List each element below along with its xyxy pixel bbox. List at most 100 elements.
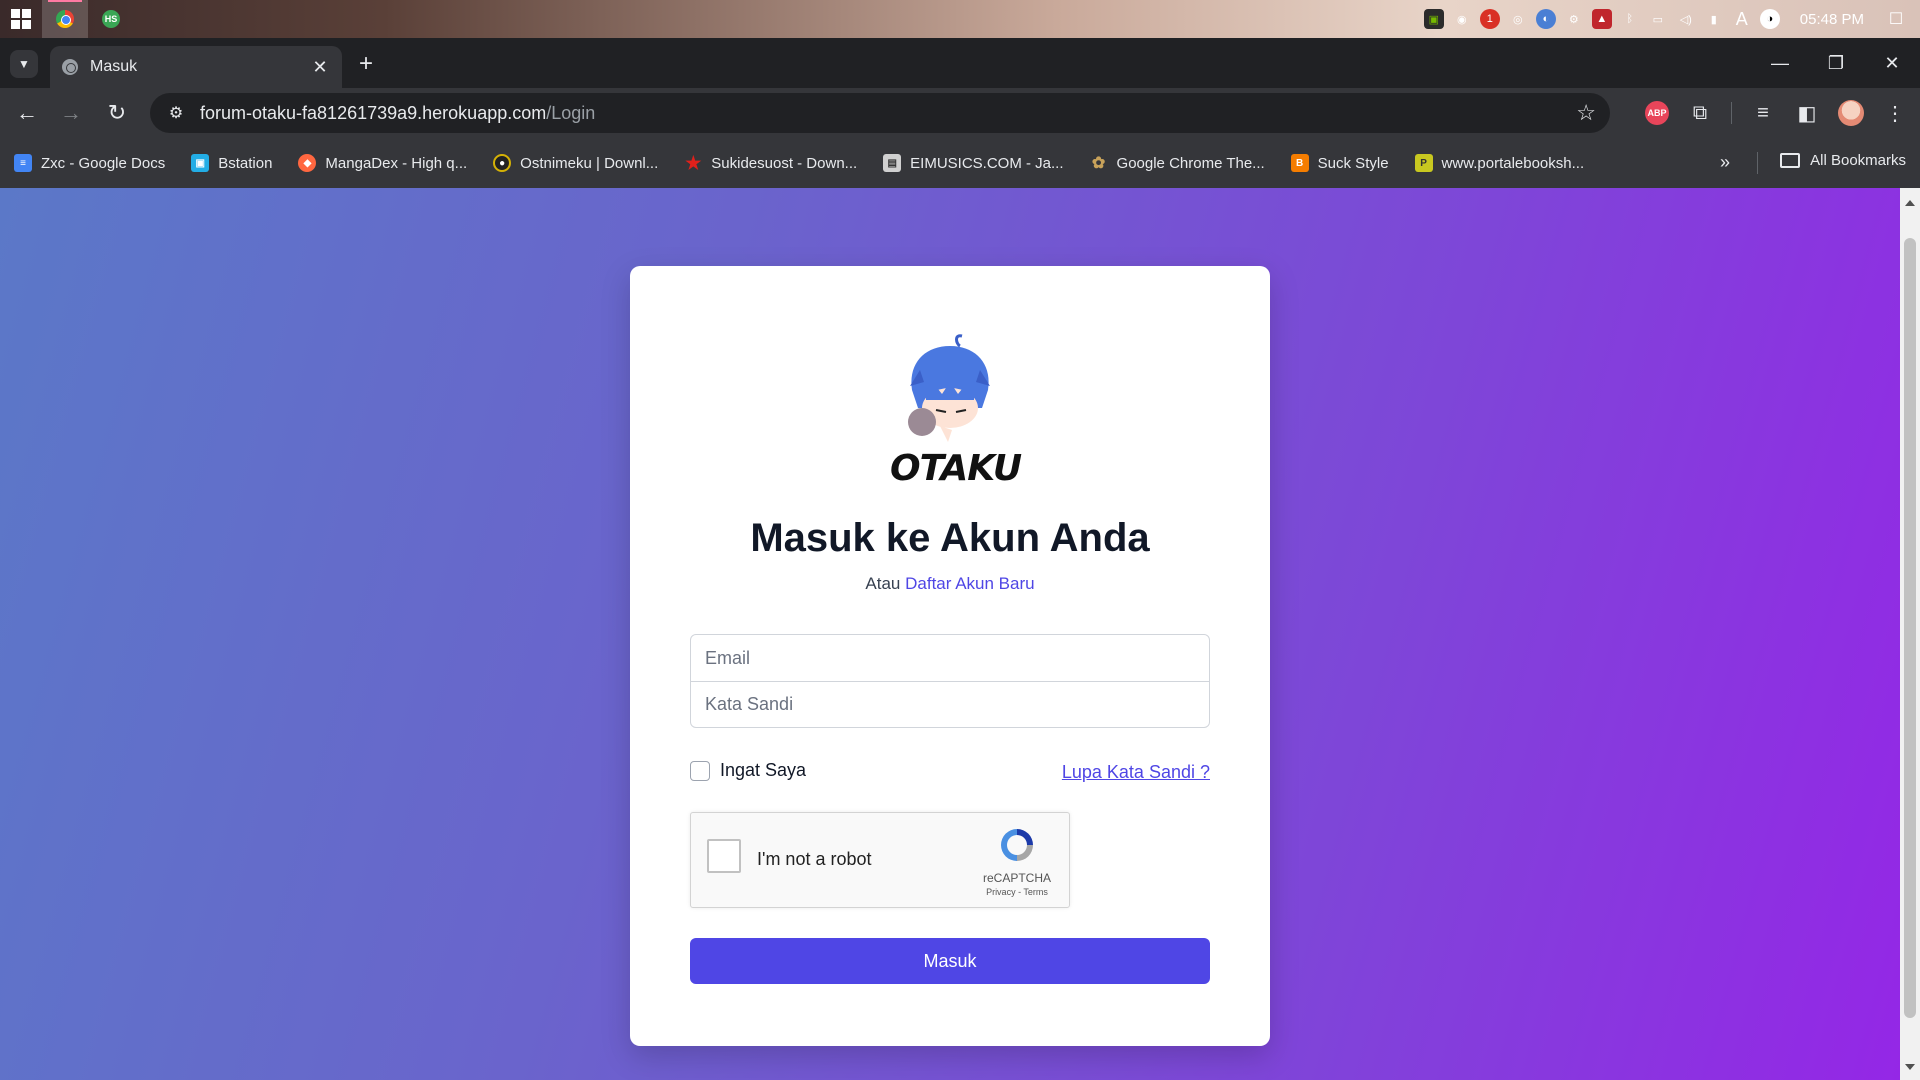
forgot-password-link[interactable]: Lupa Kata Sandi ? <box>1062 762 1210 783</box>
register-prefix: Atau <box>865 574 901 593</box>
bookmark-item[interactable]: ● Ostnimeku | Downl... <box>493 154 658 172</box>
restore-button[interactable]: ❐ <box>1808 38 1864 88</box>
side-panel-icon[interactable]: ◧ <box>1794 101 1820 126</box>
bookmark-label: Sukidesuost - Down... <box>711 154 858 172</box>
password-field[interactable] <box>691 681 1209 727</box>
bookmark-label: Google Chrome The... <box>1116 154 1265 172</box>
remember-me[interactable]: Ingat Saya <box>690 760 806 781</box>
recaptcha-terms-link[interactable]: Terms <box>1023 887 1048 897</box>
scroll-thumb[interactable] <box>1904 238 1916 1018</box>
reload-button[interactable]: ↻ <box>102 98 132 128</box>
mascot-icon <box>908 334 990 442</box>
bookmark-label: Bstation <box>218 154 273 172</box>
tab-strip: ▼ Masuk ✕ + — ❐ ✕ <box>0 38 1920 88</box>
register-prompt: Atau Daftar Akun Baru <box>630 574 1270 594</box>
site-info-icon[interactable]: ⚙ <box>164 103 188 123</box>
clock[interactable]: 05:48 PM <box>1800 11 1864 28</box>
blogger-icon: B <box>1290 154 1309 172</box>
bookmark-item[interactable]: ◆ MangaDex - High q... <box>298 154 467 172</box>
recaptcha-checkbox[interactable] <box>707 839 741 873</box>
scroll-up-icon[interactable] <box>1905 200 1915 206</box>
font-icon[interactable]: A <box>1732 9 1752 29</box>
back-button[interactable]: ← <box>12 98 42 128</box>
bookmark-item[interactable]: ▤ EIMUSICS.COM - Ja... <box>883 154 1064 172</box>
recaptcha-links: Privacy - Terms <box>967 887 1067 897</box>
mangadex-icon: ◆ <box>298 154 317 172</box>
ostnimeku-icon: ● <box>493 154 512 172</box>
globe-icon <box>62 59 78 75</box>
bookmark-item[interactable]: ★ Sukidesuost - Down... <box>684 153 858 173</box>
bookmark-item[interactable]: ▣ Bstation <box>191 154 272 172</box>
volume-icon[interactable]: ◁) <box>1676 9 1696 29</box>
remember-label: Ingat Saya <box>720 760 807 780</box>
url-host: forum-otaku-fa81261739a9.herokuapp.com <box>200 102 547 123</box>
recaptcha-widget: I'm not a robot reCAPTCHA Privacy - Term… <box>690 812 1070 908</box>
forward-button[interactable]: → <box>56 98 86 128</box>
discord-icon[interactable]: ◉ <box>1452 9 1472 29</box>
notification-badge-icon[interactable]: 1 <box>1479 9 1500 29</box>
media-control-icon[interactable]: ≡ <box>1750 102 1776 125</box>
menu-icon[interactable]: ⋮ <box>1882 101 1908 126</box>
page-scrollbar[interactable] <box>1900 188 1920 1080</box>
profile-avatar[interactable] <box>1838 100 1864 126</box>
bluetooth-icon[interactable]: ᛒ <box>1620 9 1640 29</box>
chevron-down-icon: ▼ <box>18 57 30 71</box>
bookmark-item[interactable]: ✿ Google Chrome The... <box>1090 154 1265 173</box>
close-window-button[interactable]: ✕ <box>1864 38 1920 88</box>
steam-icon[interactable]: ⚙ <box>1564 9 1584 29</box>
minimize-button[interactable]: — <box>1752 38 1808 88</box>
battery-icon[interactable]: ▮ <box>1704 9 1724 29</box>
bookmark-label: EIMUSICS.COM - Ja... <box>910 154 1064 172</box>
toolbar-divider <box>1731 102 1732 124</box>
scroll-down-icon[interactable] <box>1905 1064 1915 1070</box>
bookmark-item[interactable]: B Suck Style <box>1290 154 1389 172</box>
tab-search-button[interactable]: ▼ <box>10 50 38 78</box>
app-icon[interactable]: ▲ <box>1591 9 1612 29</box>
login-button[interactable]: Masuk <box>690 938 1210 984</box>
start-button[interactable] <box>0 0 42 38</box>
taskbar-left: HS <box>0 0 134 38</box>
page-viewport: OTAKU Masuk ke Akun Anda Atau Daftar Aku… <box>0 188 1900 1080</box>
login-card: OTAKU Masuk ke Akun Anda Atau Daftar Aku… <box>630 266 1270 1046</box>
adblock-plus-icon[interactable]: ABP <box>1645 101 1669 125</box>
docs-icon: ≡ <box>14 154 32 172</box>
tab-active[interactable]: Masuk ✕ <box>50 46 342 88</box>
new-tab-button[interactable]: + <box>352 50 380 78</box>
bookmark-label: Zxc - Google Docs <box>41 154 166 172</box>
toolbar-actions: ABP ⧉ ≡ ◧ ⋮ <box>1645 96 1908 130</box>
address-bar[interactable]: ⚙ forum-otaku-fa81261739a9.herokuapp.com… <box>150 93 1610 133</box>
taskbar-chrome[interactable] <box>42 0 88 38</box>
app-icon[interactable]: ◑ <box>1759 9 1780 29</box>
notifications-icon[interactable]: ☐ <box>1886 9 1906 29</box>
app-icon[interactable]: ◐ <box>1535 9 1556 29</box>
taskbar-app-hs[interactable]: HS <box>88 0 134 38</box>
recaptcha-label: I'm not a robot <box>757 849 872 869</box>
email-field[interactable] <box>691 635 1209 681</box>
windows-taskbar: HS ▣ ◉ 1 ◎ ◐ ⚙ ▲ ᛒ ▭ ◁) ▮ A ◑ 05:48 PM ☐ <box>0 0 1920 38</box>
url-text[interactable]: forum-otaku-fa81261739a9.herokuapp.com/L… <box>200 103 1576 124</box>
credentials-group <box>690 634 1210 728</box>
bstation-icon: ▣ <box>191 154 210 172</box>
remember-checkbox[interactable] <box>690 760 710 781</box>
bookmark-label: Ostnimeku | Downl... <box>520 154 659 172</box>
page-title: Masuk ke Akun Anda <box>750 516 1150 560</box>
network-icon[interactable]: ▭ <box>1648 9 1668 29</box>
nvidia-icon[interactable]: ▣ <box>1423 9 1444 29</box>
bookmark-label: www.portalebooksh... <box>1441 154 1585 172</box>
all-bookmarks-label: All Bookmarks <box>1810 152 1906 169</box>
more-bookmarks-icon[interactable]: » <box>1720 152 1730 173</box>
app-icon[interactable]: ◎ <box>1508 9 1528 29</box>
hs-app-icon: HS <box>102 10 120 28</box>
recaptcha-privacy-link[interactable]: Privacy <box>986 887 1016 897</box>
bookmark-item[interactable]: ≡ Zxc - Google Docs <box>14 154 165 172</box>
bookmark-label: MangaDex - High q... <box>325 154 468 172</box>
all-bookmarks-button[interactable]: All Bookmarks <box>1780 152 1906 169</box>
bookmark-label: Suck Style <box>1317 154 1389 172</box>
windows-icon <box>11 9 31 29</box>
register-link[interactable]: Daftar Akun Baru <box>905 574 1034 593</box>
extensions-icon[interactable]: ⧉ <box>1687 102 1713 125</box>
bookmark-item[interactable]: Pwww.portalebooksh... <box>1414 154 1585 172</box>
bookmark-star-icon[interactable]: ☆ <box>1576 100 1596 126</box>
close-icon[interactable]: ✕ <box>310 57 330 78</box>
recaptcha-logo-icon <box>1001 829 1033 861</box>
